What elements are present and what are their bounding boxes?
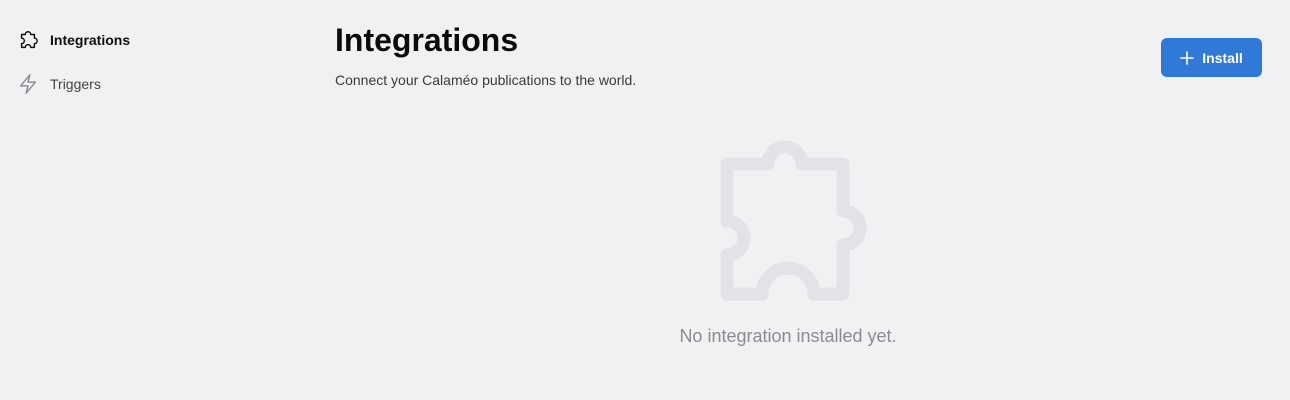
sidebar-item-triggers[interactable]: Triggers: [0, 66, 300, 102]
sidebar-item-integrations[interactable]: Integrations: [0, 22, 300, 58]
install-button[interactable]: Install: [1161, 38, 1262, 77]
sidebar-item-label: Integrations: [50, 32, 131, 48]
install-button-label: Install: [1202, 49, 1243, 66]
puzzle-icon: [720, 140, 867, 301]
sidebar-item-label: Triggers: [50, 76, 101, 92]
lightning-icon: [16, 72, 40, 96]
empty-state-message: No integration installed yet.: [679, 326, 897, 346]
sidebar: Integrations Triggers: [0, 22, 300, 110]
empty-state: No integration installed yet.: [618, 138, 958, 347]
page-title: Integrations: [335, 22, 519, 58]
plus-icon: [1180, 50, 1195, 65]
app-window: Integrations Triggers Integrations Conne…: [0, 0, 1290, 400]
page-subtitle: Connect your Calaméo publications to the…: [335, 72, 637, 88]
puzzle-icon: [16, 28, 40, 52]
main-content: Integrations Connect your Calaméo public…: [335, 0, 1265, 400]
